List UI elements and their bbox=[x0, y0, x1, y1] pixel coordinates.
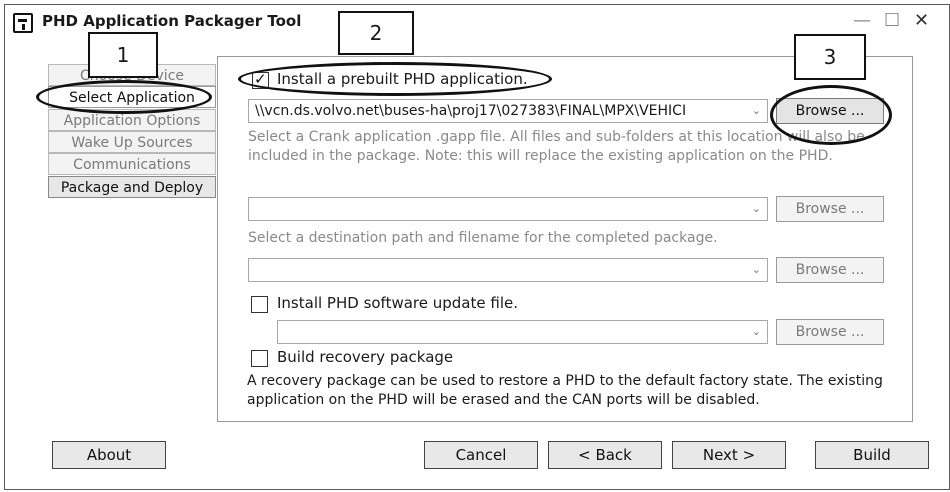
sidebar-item-communications[interactable]: Communications bbox=[48, 153, 216, 175]
sidebar-item-package-and-deploy[interactable]: Package and Deploy bbox=[48, 176, 216, 198]
build-recovery-checkbox[interactable] bbox=[251, 350, 268, 367]
chevron-down-icon[interactable]: ⌄ bbox=[752, 321, 761, 343]
dest-path-combo[interactable]: ⌄ bbox=[248, 197, 768, 221]
callout-number-2: 2 bbox=[338, 11, 414, 55]
recovery-help-text: A recovery package can be used to restor… bbox=[247, 373, 883, 408]
update-path-combo[interactable]: ⌄ bbox=[277, 320, 768, 344]
callout-oval-browse bbox=[770, 85, 892, 145]
window-title: PHD Application Packager Tool bbox=[42, 12, 302, 30]
callout-oval-install-prebuilt bbox=[238, 62, 552, 96]
install-update-label: Install PHD software update file. bbox=[277, 294, 518, 312]
browse-update-button[interactable]: Browse ... bbox=[776, 319, 884, 345]
minimize-button[interactable]: — bbox=[853, 12, 871, 30]
app-path-combo[interactable]: \\vcn.ds.volvo.net\buses-ha\proj17\02738… bbox=[248, 99, 768, 123]
sidebar-item-wake-up-sources[interactable]: Wake Up Sources bbox=[48, 131, 216, 153]
callout-oval-select-application bbox=[36, 80, 212, 114]
app-icon bbox=[13, 13, 33, 33]
back-button[interactable]: < Back bbox=[548, 441, 662, 469]
close-button[interactable]: ✕ bbox=[914, 12, 929, 30]
about-button[interactable]: About bbox=[52, 441, 166, 469]
chevron-down-icon[interactable]: ⌄ bbox=[752, 100, 761, 122]
build-recovery-label: Build recovery package bbox=[277, 348, 454, 366]
browse-package-button[interactable]: Browse ... bbox=[776, 257, 884, 283]
chevron-down-icon[interactable]: ⌄ bbox=[752, 198, 761, 220]
dest-help-text: Select a destination path and filename f… bbox=[248, 230, 718, 246]
callout-number-1: 1 bbox=[88, 32, 158, 78]
package-path-combo[interactable]: ⌄ bbox=[248, 258, 768, 282]
app-path-value: \\vcn.ds.volvo.net\buses-ha\proj17\02738… bbox=[255, 103, 687, 119]
build-button[interactable]: Build bbox=[815, 441, 929, 469]
install-update-checkbox[interactable] bbox=[251, 296, 268, 313]
maximize-button[interactable]: ☐ bbox=[884, 12, 900, 30]
cancel-button[interactable]: Cancel bbox=[424, 441, 538, 469]
chevron-down-icon[interactable]: ⌄ bbox=[752, 259, 761, 281]
callout-number-3: 3 bbox=[794, 34, 866, 80]
browse-dest-button[interactable]: Browse ... bbox=[776, 196, 884, 222]
next-button[interactable]: Next > bbox=[672, 441, 786, 469]
